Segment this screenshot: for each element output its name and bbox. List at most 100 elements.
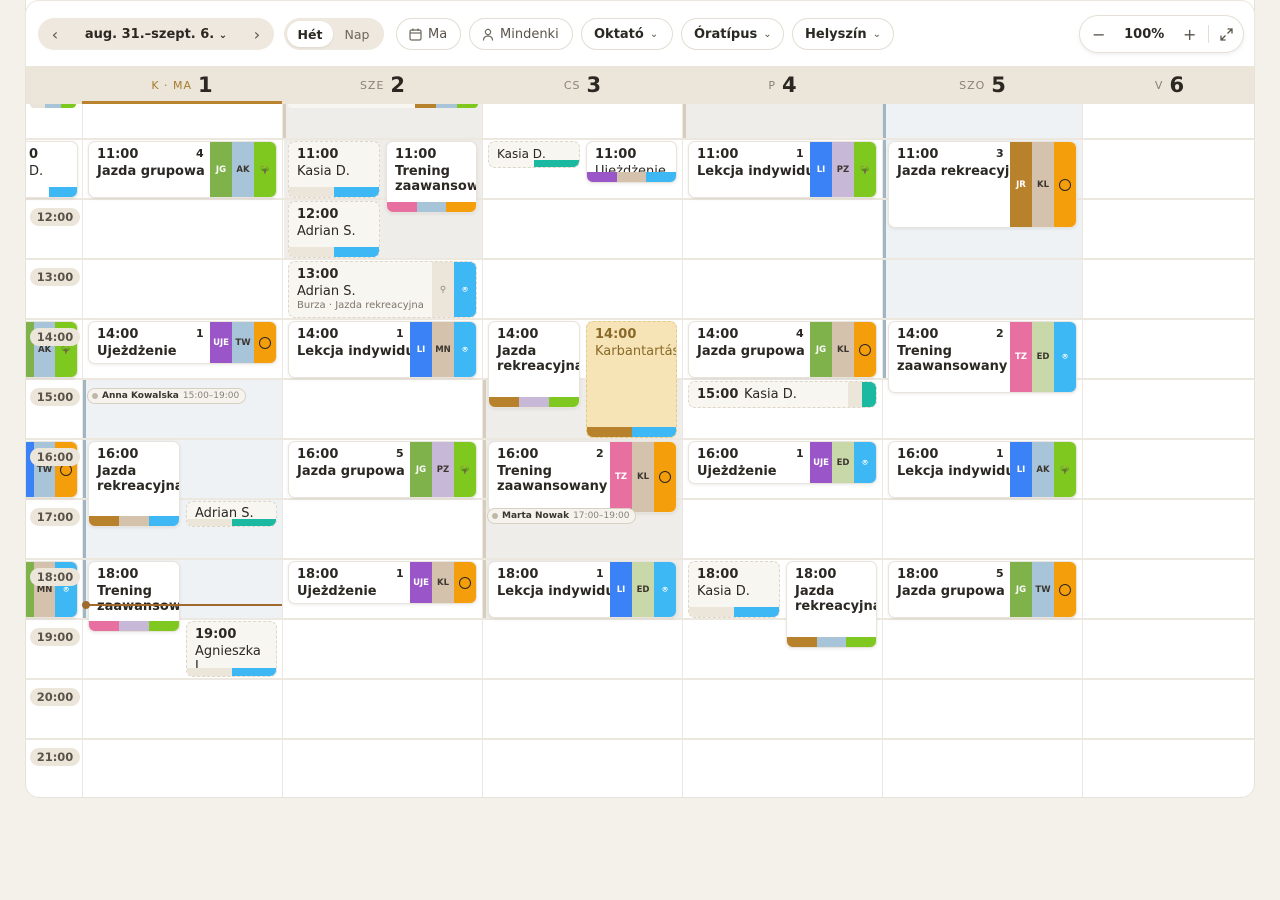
event-card[interactable]: 18:00 Jazda rekreacyjna (786, 561, 877, 648)
time-label: 14:00 (30, 328, 80, 346)
time-label: 13:00 (30, 268, 80, 286)
event-card[interactable]: Kasia D. (488, 141, 580, 168)
fullscreen-button[interactable] (1209, 27, 1243, 41)
day-header-fri[interactable]: P4 (683, 66, 882, 104)
lesson-type-filter[interactable]: Óratípus ⌄ (681, 18, 784, 50)
zoom-out-button[interactable]: − (1080, 25, 1118, 44)
event-time: 14:00 (97, 327, 139, 342)
location-filter[interactable]: Helyszín ⌄ (792, 18, 894, 50)
event-card[interactable]: 11:00 1 Lekcja indywidualna LI PZ 🌳 (688, 141, 877, 198)
participant-count: 3 (996, 147, 1004, 160)
prev-week-button[interactable]: ‹ (38, 25, 72, 44)
event-color-bar (787, 637, 876, 647)
event-card[interactable]: 14:00 2 Trening zaawansowany TZ ED ⌾ (888, 321, 1077, 393)
maintenance-block[interactable]: 14:00 Karbantartás (586, 321, 677, 438)
event-color-bar (289, 187, 379, 197)
participant-count: 5 (996, 567, 1004, 580)
day-header-tue[interactable]: K · MA 1 (82, 66, 282, 104)
event-card[interactable]: 14:00 1 Ujeżdżenie UJE TW (88, 321, 277, 364)
hour-line (26, 678, 1254, 680)
event-title: Jazda rekreacyjna (795, 584, 877, 614)
event-card[interactable]: 11:00 Trening zaawansowany (386, 141, 477, 213)
chip-name: Marta Nowak (502, 511, 570, 521)
day-header-wed[interactable]: SZE 2 (283, 66, 482, 104)
event-card[interactable]: 11:00 4 Jazda grupowa JG AK 🌳 (88, 141, 277, 198)
event-card[interactable]: 16:00 5 Jazda grupowa JG PZ 🌳 (288, 441, 477, 498)
event-card[interactable]: 14:00 Jazda rekreacyjna (488, 321, 580, 408)
event-card[interactable]: 14:00 1 Lekcja indywidualna LI MN ⌾ (288, 321, 477, 378)
participant-count: 2 (996, 327, 1004, 340)
event-time: 11:00 (697, 147, 739, 162)
event-tags: UJE ED ⌾ (810, 442, 876, 483)
event-title: Jazda rekreacyjna (97, 464, 180, 494)
event-title: Ujeżdżenie (697, 464, 777, 479)
zoom-level: 100% (1124, 26, 1165, 42)
day-header-sat[interactable]: SZO 5 (883, 66, 1082, 104)
event-card[interactable]: 11:00 Kasia D. (288, 141, 380, 198)
chevron-down-icon: ⌄ (872, 28, 882, 40)
event-card[interactable]: 16:00 1 Lekcja indywidualna LI AK 🌳 (888, 441, 1077, 498)
day-header-row: K · MA 1 SZE 2 CS 3 P4 SZO 5 V6 (26, 66, 1254, 104)
availability-chip[interactable]: Marta Nowak 17:00–19:00 (487, 508, 637, 524)
day-header-sun[interactable]: V6 (1083, 66, 1254, 104)
event-title: Kasia D. (744, 387, 797, 402)
event-color-bar (187, 519, 276, 526)
zoom-controls: − 100% + (1079, 15, 1244, 53)
event-tags: LI ED ⌾ (610, 562, 676, 617)
event-card[interactable]: 16:00 1 Ujeżdżenie UJE ED ⌾ (688, 441, 877, 484)
location-pin-icon: ⌾ (854, 442, 876, 483)
event-time: 16:00 (497, 447, 539, 462)
event-card[interactable]: 18:00 Trening zaawansowany (88, 561, 180, 632)
date-range-picker[interactable]: aug. 31.–szept. 6. ⌄ (72, 27, 240, 42)
event-color-bar (89, 621, 179, 631)
event-time: 16:00 (897, 447, 939, 462)
event-card[interactable]: 13:00 Adrian S. Burza · Jazda rekreacyjn… (288, 261, 477, 318)
event-card[interactable]: 18:00 1 Ujeżdżenie UJE KL (288, 561, 477, 604)
event-tags: JG TW (1010, 562, 1076, 617)
event-card[interactable]: 0 D. (26, 141, 78, 198)
week-grid: 12:00 13:00 14:00 15:00 16:00 17:00 18:0… (26, 100, 1254, 797)
people-filter[interactable]: Mindenki (469, 18, 573, 50)
hour-line (26, 618, 1254, 620)
event-time: 14:00 (697, 327, 739, 342)
event-card[interactable]: Adrian S. (186, 501, 277, 527)
event-card[interactable]: 19:00 Agnieszka L. (186, 621, 277, 677)
date-range-label: aug. 31.–szept. 6. (84, 26, 215, 42)
event-card[interactable]: 16:00 Jazda rekreacyjna (88, 441, 180, 527)
availability-chip[interactable]: Anna Kowalska 15:00–19:00 (87, 388, 247, 404)
participant-count: 1 (596, 567, 604, 580)
event-card[interactable]: 14:00 4 Jazda grupowa JG KL (688, 321, 877, 378)
hour-line (26, 738, 1254, 740)
event-title: Trening zaawansowany (897, 344, 1008, 374)
event-title: Adrian S. (297, 284, 356, 299)
zoom-in-button[interactable]: + (1171, 25, 1209, 44)
event-title: Jazda rekreacyjna (897, 164, 1028, 179)
event-title: Trening zaawansowany (97, 584, 180, 614)
event-color-bar (587, 427, 676, 437)
event-time: 0 (29, 147, 39, 162)
availability-line (283, 104, 286, 138)
event-card[interactable]: 11:00 3 Jazda rekreacyjna JR KL (888, 141, 1077, 228)
next-week-button[interactable]: › (240, 25, 274, 44)
view-day-button[interactable]: Nap (333, 27, 381, 42)
today-button[interactable]: Ma (396, 18, 461, 50)
event-card[interactable]: 15:00 Kasia D. (688, 381, 877, 408)
toolbar: ‹ aug. 31.–szept. 6. ⌄ › Hét Nap Ma Mind… (25, 0, 1255, 66)
event-card[interactable]: 16:00 2 Trening zaawansowany TZ KL (488, 441, 677, 513)
instructor-filter[interactable]: Oktató ⌄ (581, 18, 673, 50)
day-number: 2 (390, 73, 406, 97)
time-label: 15:00 (30, 388, 80, 406)
event-time: 15:00 (697, 387, 739, 402)
view-week-button[interactable]: Hét (287, 21, 333, 47)
event-card[interactable]: 12:00 Adrian S. (288, 201, 380, 258)
event-card[interactable]: 18:00 5 Jazda grupowa JG TW (888, 561, 1077, 618)
event-card[interactable]: 18:00 1 Lekcja indywidualna LI ED ⌾ (488, 561, 677, 618)
event-time: 18:00 (697, 567, 739, 582)
day-header-thu[interactable]: CS 3 (483, 66, 682, 104)
event-card[interactable]: 18:00 Kasia D. (688, 561, 780, 618)
event-time: 16:00 (297, 447, 339, 462)
event-card[interactable]: 11:00 Ujeżdżenie (586, 141, 677, 183)
tree-icon: 🌳 (454, 442, 476, 497)
participant-count: 4 (796, 327, 804, 340)
status-dot (492, 513, 498, 519)
